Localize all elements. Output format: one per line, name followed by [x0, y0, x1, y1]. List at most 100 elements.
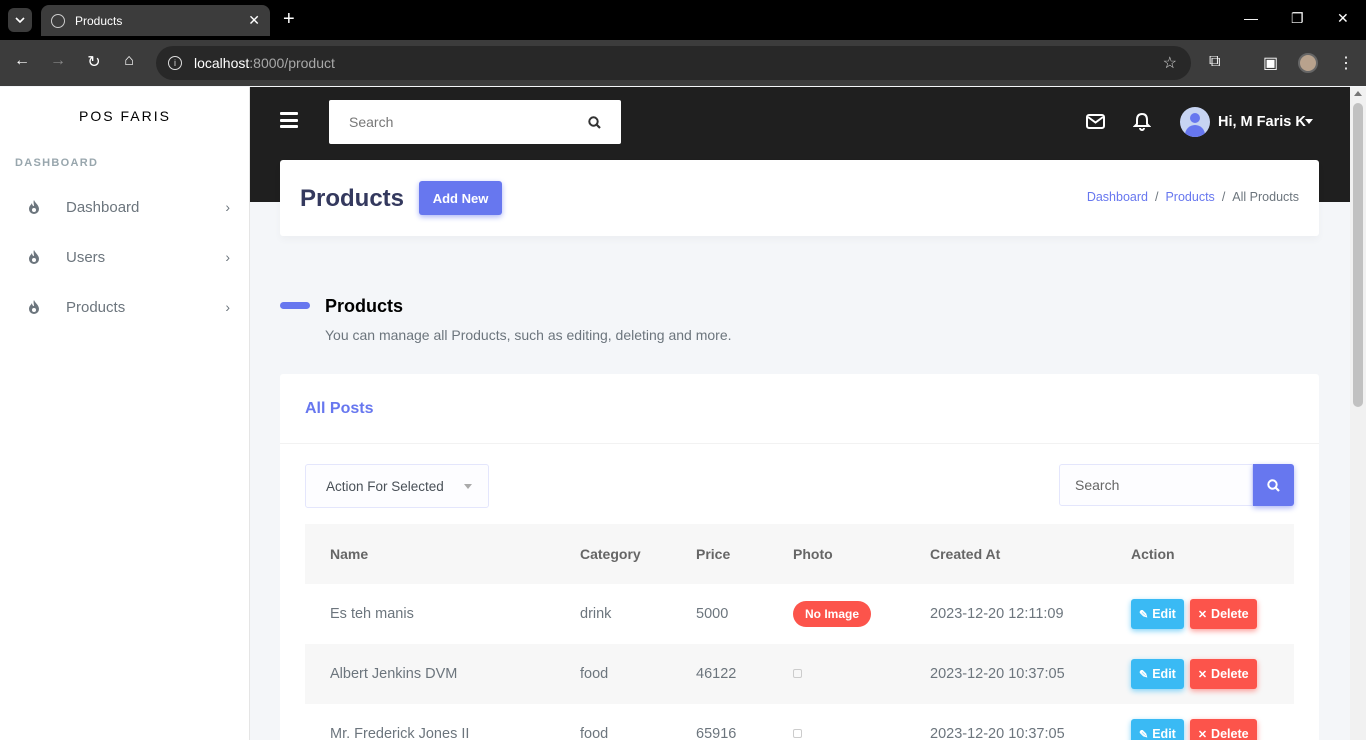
sidebar: POS FARIS DASHBOARD Dashboard › Users › … [0, 87, 250, 740]
browser-menu-icon[interactable]: ⋮ [1338, 53, 1354, 73]
cell-category: food [580, 666, 609, 682]
forward-icon[interactable]: → [47, 52, 69, 70]
envelope-icon[interactable] [1086, 114, 1105, 129]
breadcrumb-dashboard[interactable]: Dashboard [1087, 190, 1148, 204]
page-title: Products [300, 185, 405, 212]
browser-profile-avatar[interactable] [1298, 53, 1318, 73]
cell-action: ✎ Edit ✕ Delete [1131, 644, 1294, 704]
cell-created-at: 2023-12-20 10:37:05 [930, 666, 1065, 682]
new-tab-icon[interactable]: + [283, 9, 295, 29]
side-panel-icon[interactable]: ▣ [1263, 53, 1278, 73]
restore-icon[interactable]: ❐ [1291, 10, 1304, 27]
cell-created-at: 2023-12-20 10:37:05 [930, 726, 1065, 740]
bulk-action-value: Action For Selected [326, 478, 444, 494]
cell-name: Es teh manis [330, 606, 414, 622]
card-title: All Posts [305, 400, 374, 417]
table-row: Es teh manis drink 5000 No Image 2023-12… [305, 584, 1294, 644]
close-tab-icon[interactable]: ✕ [248, 12, 260, 29]
fire-icon [29, 200, 39, 214]
section-title: Products [325, 296, 404, 316]
brand-logo[interactable]: POS FARIS [0, 108, 250, 124]
bell-icon[interactable] [1133, 112, 1151, 131]
chevron-right-icon: › [225, 299, 230, 315]
products-table: Name Category Price Photo Created At Act… [305, 524, 1294, 740]
table-row: Albert Jenkins DVM food 46122 2023-12-20… [305, 644, 1294, 704]
site-info-icon[interactable]: i [168, 56, 182, 70]
breadcrumb-current: All Products [1232, 190, 1299, 204]
delete-label: Delete [1211, 667, 1249, 681]
breadcrumb-products[interactable]: Products [1165, 190, 1214, 204]
cell-name: Mr. Frederick Jones II [330, 726, 470, 740]
fire-icon [29, 300, 39, 314]
caret-down-icon [464, 483, 472, 489]
edit-label: Edit [1152, 727, 1176, 740]
delete-label: Delete [1211, 607, 1249, 621]
chevron-right-icon: › [225, 199, 230, 215]
column-header-action: Action [1131, 546, 1175, 562]
home-icon[interactable]: ⌂ [118, 52, 140, 70]
table-search-input[interactable] [1059, 464, 1253, 506]
cell-photo [793, 704, 930, 740]
delete-button[interactable]: ✕ Delete [1189, 659, 1257, 689]
no-image-badge: No Image [793, 601, 872, 627]
page-scrollbar[interactable] [1350, 87, 1366, 740]
close-window-icon[interactable]: ✕ [1337, 10, 1349, 27]
section-title-accent [280, 302, 310, 309]
sidebar-item-users[interactable]: Users › [0, 237, 250, 277]
table-search-button[interactable] [1253, 464, 1294, 506]
tab-title: Products [75, 13, 123, 28]
add-new-button[interactable]: Add New [419, 181, 502, 215]
cell-action: ✎ Edit ✕ Delete [1131, 704, 1294, 740]
column-header-photo: Photo [793, 546, 833, 562]
minimize-icon[interactable]: — [1244, 10, 1258, 26]
delete-button[interactable]: ✕ Delete [1189, 599, 1257, 629]
section-header: Products Add New Dashboard / Products / All … [280, 160, 1319, 236]
browser-tab[interactable]: Products ✕ [41, 5, 270, 36]
caret-down-icon[interactable] [1305, 119, 1313, 124]
sidebar-item-label: Users [66, 248, 106, 266]
edit-button[interactable]: ✎ Edit [1131, 659, 1184, 689]
delete-button[interactable]: ✕ Delete [1189, 719, 1257, 740]
back-icon[interactable]: ← [11, 52, 33, 70]
edit-icon: ✎ [1139, 668, 1149, 681]
edit-button[interactable]: ✎ Edit [1131, 719, 1184, 740]
column-header-category: Category [580, 546, 641, 562]
edit-icon: ✎ [1139, 728, 1149, 740]
column-header-name: Name [330, 546, 369, 562]
user-name[interactable]: Hi, M Faris K [1218, 114, 1306, 130]
sidebar-item-label: Dashboard [66, 198, 140, 216]
broken-image-icon [793, 669, 802, 678]
chevron-right-icon: › [225, 249, 230, 265]
cell-created-at: 2023-12-20 12:11:09 [930, 606, 1064, 622]
tab-search-button[interactable] [8, 8, 32, 32]
reload-icon[interactable]: ↻ [83, 52, 105, 72]
edit-button[interactable]: ✎ Edit [1131, 599, 1184, 629]
navbar-search-input[interactable] [349, 114, 588, 130]
sidebar-item-dashboard[interactable]: Dashboard › [0, 187, 250, 227]
url-host: localhost [194, 55, 250, 71]
cell-name: Albert Jenkins DVM [330, 666, 458, 682]
extensions-icon[interactable]: ⧉ [1209, 53, 1220, 71]
fire-icon [29, 250, 39, 264]
section-lead: You can manage all Products, such as edi… [325, 327, 732, 343]
chevron-down-icon [15, 17, 25, 23]
scrollbar-thumb[interactable] [1353, 103, 1363, 407]
search-icon [1267, 478, 1280, 492]
bookmark-star-icon[interactable]: ☆ [1163, 53, 1177, 73]
bulk-action-select[interactable]: Action For Selected [305, 464, 489, 508]
avatar[interactable] [1180, 107, 1210, 137]
menu-header: DASHBOARD [15, 157, 99, 169]
browser-tab-bar: Products ✕ + — ❐ ✕ [0, 0, 1366, 40]
cell-category: drink [580, 606, 612, 622]
column-header-price: Price [696, 546, 731, 562]
cell-photo: No Image [793, 584, 930, 644]
address-bar[interactable]: i localhost:8000/product ☆ [156, 46, 1191, 80]
hamburger-menu-icon[interactable] [280, 112, 298, 128]
sidebar-item-products[interactable]: Products › [0, 287, 250, 327]
scroll-up-arrow-icon[interactable] [1354, 91, 1362, 96]
table-row: Mr. Frederick Jones II food 65916 2023-1… [305, 704, 1294, 740]
breadcrumb: Dashboard / Products / All Products [1086, 190, 1299, 204]
search-icon[interactable] [588, 115, 601, 129]
times-icon: ✕ [1197, 668, 1208, 681]
browser-toolbar: ← → ↻ ⌂ i localhost:8000/product ☆ ⧉ ▣ ⋮ [0, 40, 1366, 86]
